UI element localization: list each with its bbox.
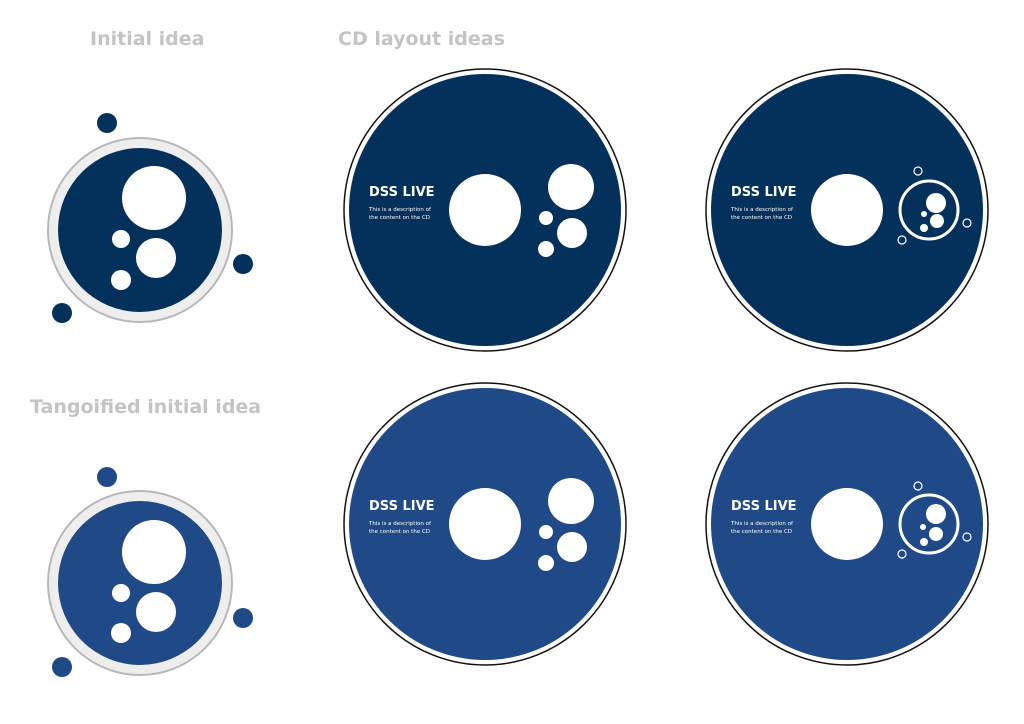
cd-logo-bubble: [557, 532, 587, 562]
cd-description-line: the content on the CD: [369, 529, 430, 535]
cd-logo-bubble: [539, 525, 553, 539]
cd-description-line: This is a description of: [368, 207, 432, 213]
logo-orbit-dot: [97, 113, 117, 133]
logo-tangoified-idea: [47, 467, 253, 677]
cd-center-hole: [811, 488, 883, 560]
cd-bottom-left: DSS LIVE This is a description of the co…: [343, 382, 627, 666]
logo-orbit-dot: [52, 657, 72, 677]
cd-logo-bubble: [921, 211, 927, 217]
cd-description-line: the content on the CD: [731, 529, 792, 535]
cd-description-line: the content on the CD: [369, 215, 430, 221]
cd-bottom-right: DSS LIVE This is a description of the co…: [705, 382, 989, 666]
cd-logo-bubble: [926, 193, 946, 213]
cd-description-line: This is a description of: [730, 521, 794, 527]
cd-logo-bubble: [538, 241, 554, 257]
cd-logo-bubble: [557, 218, 587, 248]
logo-small-bubble: [112, 230, 130, 248]
cd-center-hole: [449, 174, 521, 246]
cd-center-hole: [449, 488, 521, 560]
cd-description-line: This is a description of: [368, 521, 432, 527]
logo-large-bubble: [122, 166, 186, 230]
logo-small-bubble: [111, 270, 131, 290]
cd-logo-bubble: [538, 555, 554, 571]
cd-logo-bubble: [926, 504, 946, 524]
artwork-canvas: DSS LIVE This is a description of the co…: [47, 68, 989, 677]
logo-orbit-dot: [52, 303, 72, 323]
cd-title: DSS LIVE: [369, 499, 435, 514]
cd-title: DSS LIVE: [731, 499, 797, 514]
cd-logo-bubble: [548, 164, 594, 210]
cd-title: DSS LIVE: [731, 185, 797, 200]
cd-top-right: DSS LIVE This is a description of the co…: [705, 68, 989, 352]
cd-center-hole: [811, 174, 883, 246]
logo-initial-idea: [47, 113, 253, 323]
cd-logo-bubble: [920, 224, 928, 232]
cd-logo-bubble: [929, 527, 943, 541]
logo-medium-bubble: [136, 238, 176, 278]
cd-logo-bubble: [920, 524, 926, 530]
logo-orbit-dot: [233, 254, 253, 274]
logo-small-bubble: [112, 584, 130, 602]
cd-logo-bubble: [920, 538, 928, 546]
cd-logo-bubble: [930, 214, 944, 228]
cd-top-left: DSS LIVE This is a description of the co…: [343, 68, 627, 352]
cd-description-line: This is a description of: [730, 207, 794, 213]
logo-orbit-dot: [233, 608, 253, 628]
cd-logo-bubble: [539, 211, 553, 225]
logo-large-bubble: [122, 520, 186, 584]
logo-small-bubble: [111, 623, 131, 643]
cd-description-line: the content on the CD: [731, 215, 792, 221]
logo-medium-bubble: [136, 592, 176, 632]
cd-title: DSS LIVE: [369, 185, 435, 200]
logo-orbit-dot: [97, 467, 117, 487]
cd-logo-bubble: [548, 478, 594, 524]
